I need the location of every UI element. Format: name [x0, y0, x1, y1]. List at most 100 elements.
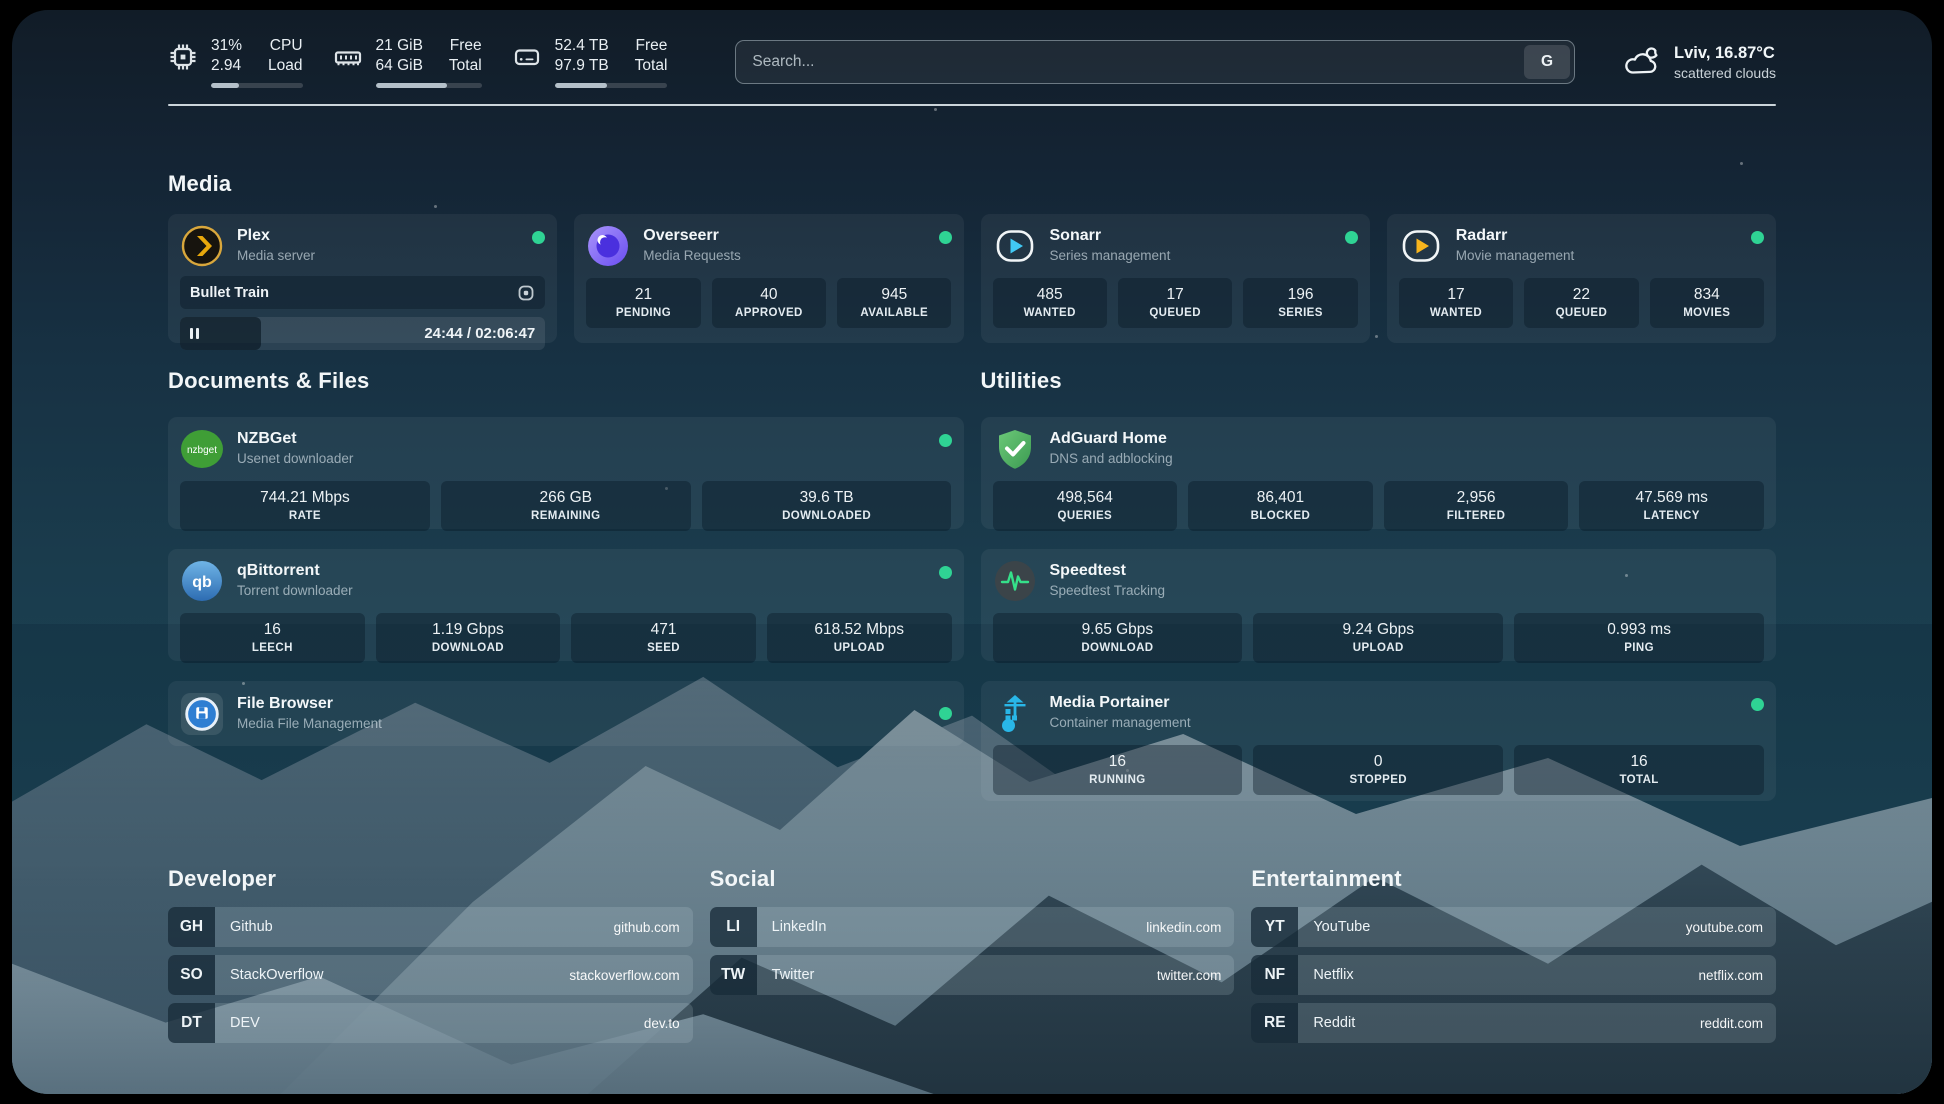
weather-widget: Lviv, 16.87°C scattered clouds	[1621, 43, 1776, 82]
playback-time: 24:44 / 02:06:47	[424, 317, 535, 350]
overseerr-icon	[586, 224, 630, 268]
radarr-icon	[1399, 224, 1443, 268]
status-dot	[939, 434, 952, 447]
filebrowser-icon	[180, 692, 224, 736]
section-heading-social: Social	[710, 865, 1235, 893]
stat-ping: 0.993 ms PING	[1514, 613, 1764, 663]
disk-total-label: Total	[635, 56, 668, 76]
stat-movies: 834 MOVIES	[1650, 278, 1764, 328]
stat-available: 945 AVAILABLE	[837, 278, 951, 328]
service-card-plex[interactable]: Plex Media server Bullet Train	[168, 214, 557, 343]
bookmarks-entertainment: Entertainment YT YouTube youtube.com NF …	[1251, 865, 1776, 1043]
stat-queued: 17 QUEUED	[1118, 278, 1232, 328]
bookmark-youtube[interactable]: YT YouTube youtube.com	[1251, 907, 1776, 947]
service-title: Sonarr	[1050, 225, 1171, 246]
disk-resource-widget: 52.4 TB Free 97.9 TB Total	[512, 36, 668, 88]
svg-text:qb: qb	[192, 574, 212, 591]
bookmark-url: youtube.com	[1686, 920, 1763, 935]
service-card-adguard[interactable]: AdGuard Home DNS and adblocking 498,564 …	[981, 417, 1777, 529]
bookmark-dev[interactable]: DT DEV dev.to	[168, 1003, 693, 1043]
stat-stopped: 0 STOPPED	[1253, 745, 1503, 795]
bookmark-netflix[interactable]: NF Netflix netflix.com	[1251, 955, 1776, 995]
now-playing-title: Bullet Train	[190, 285, 517, 301]
cpu-label: CPU	[268, 36, 302, 56]
bookmark-linkedin[interactable]: LI LinkedIn linkedin.com	[710, 907, 1235, 947]
memory-total-value: 64 GiB	[376, 56, 423, 76]
documents-column: Documents & Files nzbget	[168, 367, 964, 801]
stat-series: 196 SERIES	[1243, 278, 1357, 328]
bookmark-url: netflix.com	[1698, 968, 1763, 983]
disk-free-value: 52.4 TB	[555, 36, 609, 56]
bookmark-url: linkedin.com	[1146, 920, 1221, 935]
media-cards-row: Plex Media server Bullet Train	[168, 214, 1776, 343]
service-card-sonarr[interactable]: Sonarr Series management 485 WANTED 17 Q…	[981, 214, 1370, 343]
bookmark-name: Twitter	[772, 967, 815, 983]
service-card-filebrowser[interactable]: File Browser Media File Management	[168, 681, 964, 746]
status-dot	[1751, 698, 1764, 711]
bookmark-name: LinkedIn	[772, 919, 827, 935]
bookmark-url: dev.to	[644, 1016, 680, 1031]
bookmark-name: StackOverflow	[230, 967, 323, 983]
hard-drive-icon	[512, 42, 542, 72]
service-card-portainer[interactable]: Media Portainer Container management 16 …	[981, 681, 1777, 801]
service-subtitle: Media server	[237, 247, 315, 265]
plex-playback-progress: 24:44 / 02:06:47	[180, 317, 545, 350]
bookmark-name: DEV	[230, 1015, 260, 1031]
stat-pending: 21 PENDING	[586, 278, 700, 328]
bookmark-name: Reddit	[1313, 1015, 1355, 1031]
service-title: Overseerr	[643, 225, 741, 246]
service-title: qBittorrent	[237, 560, 353, 581]
bookmark-name: Netflix	[1313, 967, 1353, 983]
cpu-usage-value: 31%	[211, 36, 242, 56]
memory-resource-widget: 21 GiB Free 64 GiB Total	[333, 36, 482, 88]
stat-blocked: 86,401 BLOCKED	[1188, 481, 1373, 531]
bookmark-twitter[interactable]: TW Twitter twitter.com	[710, 955, 1235, 995]
bookmark-reddit[interactable]: RE Reddit reddit.com	[1251, 1003, 1776, 1043]
service-card-qbittorrent[interactable]: qb qBittorrent Torrent downloader	[168, 549, 964, 661]
service-card-radarr[interactable]: Radarr Movie management 17 WANTED 22 QUE…	[1387, 214, 1776, 343]
stat-approved: 40 APPROVED	[712, 278, 826, 328]
stat-leech: 16 LEECH	[180, 613, 365, 663]
bookmarks-row: Developer GH Github github.com SO StackO…	[168, 865, 1776, 1043]
memory-icon	[333, 42, 363, 72]
service-title: Plex	[237, 225, 315, 246]
search-provider-button[interactable]: G	[1524, 45, 1570, 79]
cpu-chip-icon	[168, 42, 198, 72]
bookmark-name: YouTube	[1313, 919, 1370, 935]
sonarr-icon	[993, 224, 1037, 268]
bookmark-url: reddit.com	[1700, 1016, 1763, 1031]
service-card-nzbget[interactable]: nzbget NZBGet Usenet downloader 74	[168, 417, 964, 529]
bookmark-abbr: LI	[710, 907, 757, 947]
search-input[interactable]	[736, 41, 1574, 83]
service-title: File Browser	[237, 693, 382, 714]
stat-latency: 47.569 ms LATENCY	[1579, 481, 1764, 531]
section-heading-entertainment: Entertainment	[1251, 865, 1776, 893]
service-card-speedtest[interactable]: Speedtest Speedtest Tracking 9.65 Gbps D…	[981, 549, 1777, 661]
bookmark-github[interactable]: GH Github github.com	[168, 907, 693, 947]
bookmark-url: github.com	[614, 920, 680, 935]
service-subtitle: Container management	[1050, 714, 1191, 732]
stat-filtered: 2,956 FILTERED	[1384, 481, 1569, 531]
bookmark-stackoverflow[interactable]: SO StackOverflow stackoverflow.com	[168, 955, 693, 995]
status-dot	[1345, 231, 1358, 244]
memory-progress-bar	[376, 83, 482, 88]
section-heading-developer: Developer	[168, 865, 693, 893]
service-card-overseerr[interactable]: Overseerr Media Requests 21 PENDING 40 A…	[574, 214, 963, 343]
bookmarks-social: Social LI LinkedIn linkedin.com TW Twitt…	[710, 865, 1235, 1043]
bookmark-url: stackoverflow.com	[569, 968, 679, 983]
memory-free-label: Free	[449, 36, 482, 56]
session-icon	[517, 284, 535, 302]
stat-seed: 471 SEED	[571, 613, 756, 663]
bookmark-abbr: NF	[1251, 955, 1298, 995]
stat-wanted: 17 WANTED	[1399, 278, 1513, 328]
status-dot	[1751, 231, 1764, 244]
utilities-column: Utilities	[981, 367, 1777, 801]
bookmark-abbr: SO	[168, 955, 215, 995]
service-title: Speedtest	[1050, 560, 1166, 581]
disk-free-label: Free	[635, 36, 668, 56]
stat-upload: 9.24 Gbps UPLOAD	[1253, 613, 1503, 663]
plex-icon	[180, 224, 224, 268]
search-bar: G	[735, 40, 1575, 84]
memory-free-value: 21 GiB	[376, 36, 423, 56]
bookmarks-developer: Developer GH Github github.com SO StackO…	[168, 865, 693, 1043]
